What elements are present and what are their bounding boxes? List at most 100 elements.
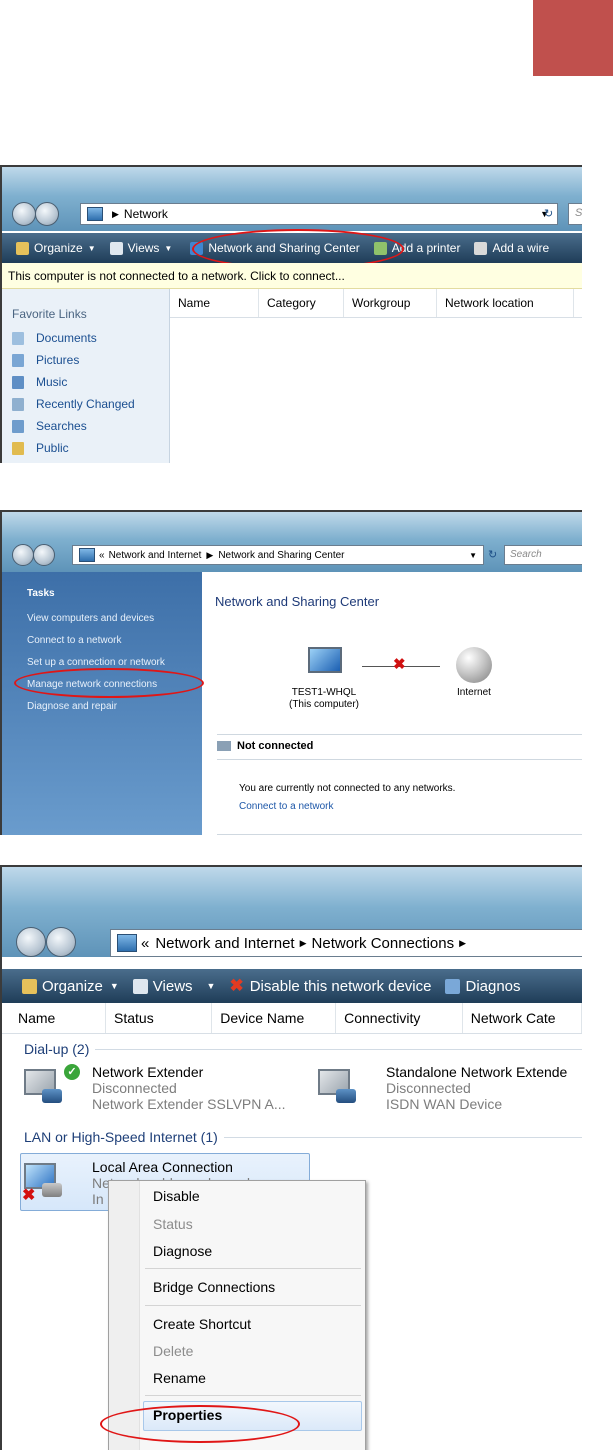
organize-button[interactable]: Organize ▼ <box>16 241 96 255</box>
diagnose-label: Diagnos <box>465 977 521 995</box>
forward-button[interactable] <box>46 927 76 957</box>
navigation-pane: Favorite Links Documents Pictures Music … <box>2 289 170 463</box>
network-connection-icon <box>318 1069 356 1103</box>
column-headers: Name Status Device Name Connectivity Net… <box>2 1003 582 1034</box>
column-network-location[interactable]: Network location <box>437 289 574 317</box>
page-title: Network and Sharing Center <box>215 594 380 609</box>
task-view-computers[interactable]: View computers and devices <box>2 607 202 629</box>
column-connectivity[interactable]: Connectivity <box>336 1003 463 1033</box>
fav-item-public[interactable]: Public <box>2 437 169 459</box>
organize-button[interactable]: Organize ▼ <box>22 978 119 995</box>
device-name: Local Area Connection <box>92 1159 233 1175</box>
tasks-title: Tasks <box>27 588 55 599</box>
column-category[interactable]: Category <box>259 289 344 317</box>
control-panel-icon <box>117 934 137 952</box>
diagnose-button[interactable]: Diagnos <box>445 977 521 995</box>
divider <box>217 734 582 735</box>
dropdown-arrow-icon[interactable]: ▼ <box>469 551 477 560</box>
address-bar[interactable]: ▶ Network ▼ <box>80 203 558 225</box>
menu-item-rename[interactable]: Rename <box>153 1370 206 1386</box>
group-lan-label: LAN or High-Speed Internet (1) <box>24 1129 218 1145</box>
fav-label: Documents <box>36 331 97 345</box>
fav-item-recently-changed[interactable]: Recently Changed <box>2 393 169 415</box>
overflow-chevron-icon: « <box>141 934 150 952</box>
disable-x-icon: ✖ <box>229 976 244 995</box>
music-icon <box>12 375 24 389</box>
forward-button[interactable] <box>33 544 55 566</box>
computer-name[interactable]: TEST1-WHQL <box>274 687 374 698</box>
fav-label: Pictures <box>36 353 80 367</box>
refresh-icon[interactable]: ↻ <box>544 207 553 220</box>
disable-device-button[interactable]: ✖ Disable this network device <box>229 976 431 996</box>
device-status: Disconnected <box>386 1080 471 1096</box>
column-name[interactable]: Name <box>2 1003 106 1033</box>
overflow-chevron-icon: « <box>99 549 105 561</box>
connect-link[interactable]: Connect to a network <box>239 801 334 812</box>
refresh-icon[interactable]: ↻ <box>488 548 497 561</box>
breadcrumb-network-internet[interactable]: Network and Internet <box>109 550 202 561</box>
column-status[interactable]: Status <box>106 1003 213 1033</box>
breadcrumb-network-connections[interactable]: Network Connections <box>312 935 455 952</box>
organize-label: Organize <box>42 977 103 995</box>
chevron-down-icon: ▼ <box>206 981 216 991</box>
back-button[interactable] <box>12 202 36 226</box>
menu-separator <box>145 1268 361 1269</box>
back-button[interactable] <box>12 544 34 566</box>
computer-subtitle: (This computer) <box>288 699 359 710</box>
column-name[interactable]: Name <box>170 289 259 317</box>
wireless-icon <box>474 241 488 255</box>
breadcrumb-arrow-icon: ▶ <box>299 937 307 948</box>
breadcrumb-network-sharing-center[interactable]: Network and Sharing Center <box>218 550 344 561</box>
group-lan[interactable]: LAN or High-Speed Internet (1) <box>24 1129 582 1145</box>
fav-item-music[interactable]: Music <box>2 371 169 393</box>
disconnected-x-icon: ✖ <box>393 656 406 673</box>
views-button[interactable]: Views ▼ <box>109 241 172 255</box>
column-device-name[interactable]: Device Name <box>212 1003 337 1033</box>
highlight-oval <box>100 1405 300 1443</box>
menu-separator <box>145 1305 361 1306</box>
task-diagnose-repair[interactable]: Diagnose and repair <box>2 695 202 717</box>
views-label: Views <box>152 977 193 995</box>
info-bar[interactable]: This computer is not connected to a netw… <box>2 263 582 289</box>
column-network-category[interactable]: Network Cate <box>463 1003 582 1033</box>
menu-item-delete: Delete <box>153 1343 194 1359</box>
network-icon <box>87 207 103 221</box>
search-input[interactable]: Search <box>504 545 582 565</box>
command-bar: Organize ▼ Views ▼ ✖ Disable this networ… <box>2 969 582 1003</box>
fav-item-pictures[interactable]: Pictures <box>2 349 169 371</box>
views-button[interactable]: Views ▼ <box>132 977 216 995</box>
chevron-down-icon: ▼ <box>109 981 119 991</box>
menu-item-bridge-connections[interactable]: Bridge Connections <box>153 1279 275 1295</box>
address-bar[interactable]: « Network and Internet ▶ Network Connect… <box>110 929 582 957</box>
organize-icon <box>16 241 29 255</box>
organize-label: Organize <box>34 241 83 255</box>
views-label: Views <box>127 241 160 255</box>
internet-globe-icon <box>456 647 492 683</box>
device-network-extender[interactable]: Network Extender Disconnected Network Ex… <box>92 1064 286 1112</box>
status-heading-label: Not connected <box>237 740 314 752</box>
breadcrumb-network-internet[interactable]: Network and Internet <box>155 935 294 952</box>
status-heading: Not connected <box>217 740 313 752</box>
menu-item-disable[interactable]: Disable <box>153 1188 200 1204</box>
menu-item-diagnose[interactable]: Diagnose <box>153 1243 212 1259</box>
menu-item-create-shortcut[interactable]: Create Shortcut <box>153 1316 251 1332</box>
fav-item-documents[interactable]: Documents <box>2 327 169 349</box>
network-connection-icon <box>24 1069 62 1103</box>
add-wireless-button[interactable]: Add a wire <box>474 241 549 255</box>
searches-icon <box>12 419 24 433</box>
address-bar[interactable]: « Network and Internet ▶ Network and Sha… <box>72 545 484 565</box>
views-icon <box>109 241 123 255</box>
back-button[interactable] <box>16 927 46 957</box>
documents-icon <box>12 331 24 345</box>
breadcrumb-network[interactable]: Network <box>124 207 168 221</box>
device-standalone-extender[interactable]: Standalone Network Extende Disconnected … <box>386 1064 567 1112</box>
internet-label[interactable]: Internet <box>444 687 504 698</box>
forward-button[interactable] <box>35 202 59 226</box>
search-input[interactable]: S <box>568 203 582 225</box>
menu-separator <box>145 1395 361 1396</box>
fav-label: Searches <box>36 419 87 433</box>
group-dialup[interactable]: Dial-up (2) <box>24 1041 582 1057</box>
task-connect-network[interactable]: Connect to a network <box>2 629 202 651</box>
fav-item-searches[interactable]: Searches <box>2 415 169 437</box>
column-workgroup[interactable]: Workgroup <box>344 289 437 317</box>
